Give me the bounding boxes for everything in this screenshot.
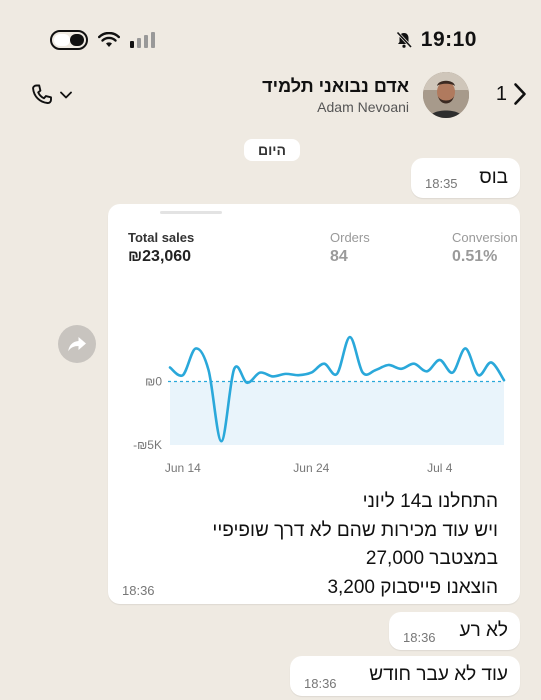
sales-chart-image[interactable]: Total sales ₪23,060 Orders 84 Conversion… [112,208,520,476]
message-time: 18:36 [122,583,155,598]
contact-name: אדם נבואני תלמיד [262,76,409,96]
chart-x-tick-label: Jun 14 [165,461,201,475]
image-message-bubble[interactable]: Total sales ₪23,060 Orders 84 Conversion… [108,204,520,604]
caption-line: ויש עוד מכירות שהם לא דרך שופיפיי [212,519,498,541]
status-icons-right: 19:10 [395,28,477,52]
wifi-icon [98,32,120,47]
caption-line: במצטבר 27,000 [365,548,498,569]
avatar[interactable] [423,72,469,118]
message-text: עוד לא עבר חודש [369,664,508,685]
chart-x-tick-label: Jul 4 [427,461,453,475]
date-chip: היום [244,139,300,161]
message-bubble[interactable]: בוס 18:35 [411,158,520,198]
chart-y-tick-label: -₪5K [133,438,162,452]
status-bar: 19:10 [0,0,541,66]
cellular-icon [130,32,155,48]
phone-icon [32,84,52,104]
clock: 19:10 [420,28,477,51]
back-button[interactable]: 1 [496,82,527,106]
chevron-right-icon [514,83,526,105]
message-text: לא רע [459,620,508,641]
chevron-down-icon [60,91,72,99]
call-button[interactable] [30,82,72,108]
contact-info[interactable]: אדם נבואני תלמיד Adam Nevoani [262,76,409,115]
sales-line-chart: ₪0 -₪5KJun 14 Jun 24 Jul 4 [133,335,506,475]
message-caption: התחלנו ב14 ליוני ויש עוד מכירות שהם לא ד… [212,488,498,602]
caption-line: התחלנו ב14 ליוני [362,491,498,512]
caption-line: הוצאנו פייסבוק 3,200 [327,576,498,598]
forward-button[interactable] [58,325,96,363]
message-time: 18:35 [425,176,458,191]
chart-y-tick-label: ₪0 [145,375,162,389]
share-arrow-icon [68,337,86,352]
bell-slash-icon [396,31,412,49]
message-time: 18:36 [403,630,436,645]
message-bubble[interactable]: לא רע 18:36 [389,612,520,650]
back-unread-count: 1 [495,82,507,105]
message-time: 18:36 [304,676,337,691]
chart-x-tick-label: Jun 24 [293,461,329,475]
message-bubble[interactable]: עוד לא עבר חודש 18:36 [290,656,520,696]
toggle-icon [50,30,88,50]
avatar-image [423,72,469,118]
chat-header: אדם נבואני תלמיד Adam Nevoani 1 [0,66,541,130]
message-text: בוס [479,167,508,188]
status-icons-left [50,30,155,50]
contact-subtitle: Adam Nevoani [317,99,409,115]
chart-area-shade [170,381,504,445]
